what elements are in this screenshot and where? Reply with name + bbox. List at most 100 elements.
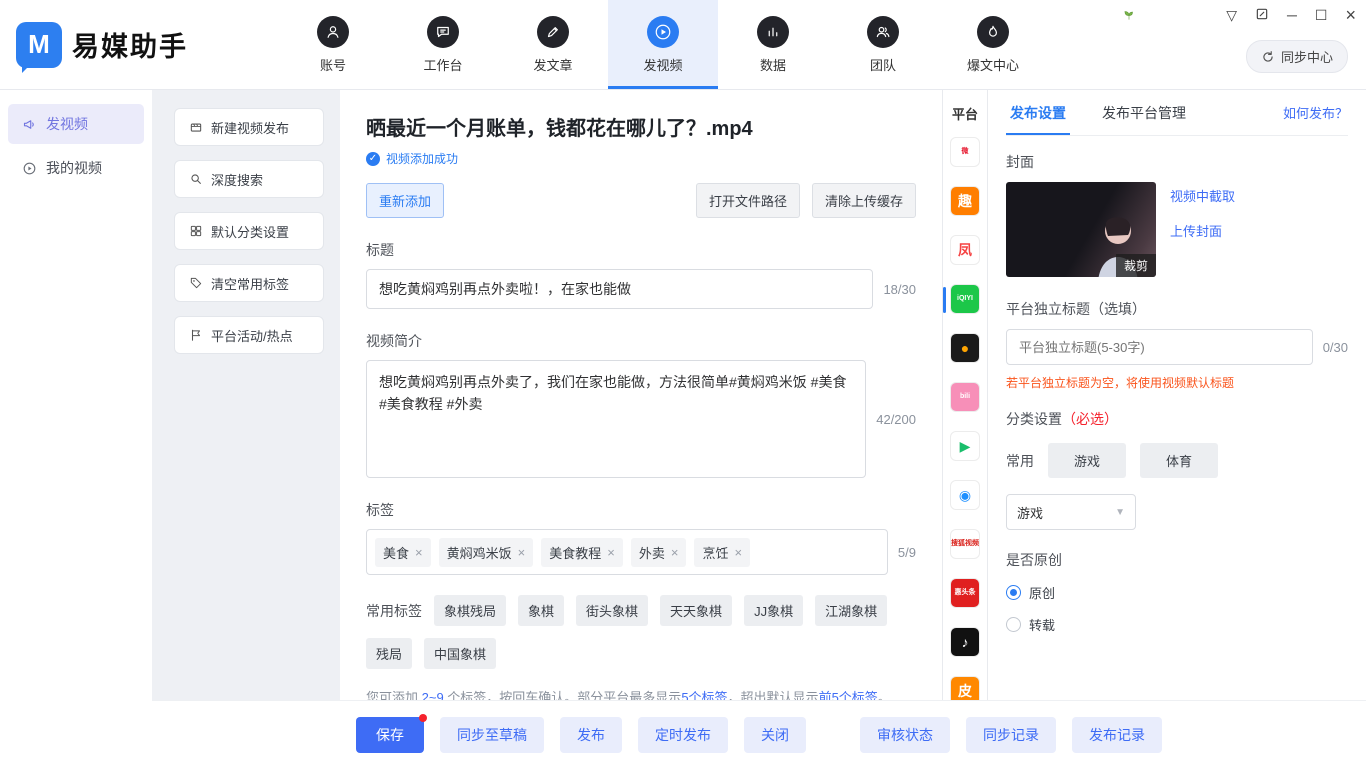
default-category-settings-button[interactable]: 默认分类设置 [174, 212, 324, 250]
nav-hot-center[interactable]: 爆文中心 [938, 0, 1048, 89]
common-tag-chip[interactable]: 江湖象棋 [815, 595, 887, 626]
category-select[interactable]: 游戏 ▼ [1006, 494, 1136, 530]
common-tag-chip[interactable]: 象棋 [518, 595, 564, 626]
platform-icon[interactable]: 搜狐视频 [950, 529, 980, 559]
platform-icon[interactable]: 皮 [950, 676, 980, 700]
close-editor-button[interactable]: 关闭 [744, 717, 806, 753]
deep-search-button[interactable]: 深度搜索 [174, 160, 324, 198]
readd-video-button[interactable]: 重新添加 [366, 183, 444, 218]
capture-from-video-link[interactable]: 视频中截取 [1170, 186, 1235, 205]
title-input[interactable] [366, 269, 873, 309]
remove-tag-icon[interactable]: × [734, 545, 742, 560]
nav-label: 发文章 [533, 55, 572, 74]
tag-chip[interactable]: 外卖 × [631, 538, 687, 567]
nav-label: 账号 [320, 55, 346, 74]
radio-original[interactable]: 原创 [1006, 583, 1348, 602]
category-settings-label: 分类设置（必选） [1006, 409, 1348, 429]
upload-cover-link[interactable]: 上传封面 [1170, 221, 1235, 240]
sync-center-button[interactable]: 同步中心 [1246, 40, 1348, 73]
common-tags-label: 常用标签 [366, 601, 422, 621]
sidebar-item-publish-video[interactable]: 发视频 [8, 104, 144, 144]
sync-to-draft-button[interactable]: 同步至草稿 [440, 717, 544, 753]
clear-upload-cache-button[interactable]: 清除上传缓存 [812, 183, 916, 218]
tags-input-box[interactable]: 美食× 黄焖鸡米饭 × 美食教程× 外卖 × 烹饪 × [366, 529, 888, 575]
how-to-publish-link[interactable]: 如何发布？ [1283, 103, 1348, 122]
timed-publish-button[interactable]: 定时发布 [638, 717, 728, 753]
maximize-button[interactable]: ☐ [1315, 8, 1328, 22]
tag-chip[interactable]: 美食× [375, 538, 431, 567]
tag-label: 烹饪 [702, 543, 728, 562]
platform-icon[interactable]: ◉ [950, 480, 980, 510]
tag-label: 黄焖鸡米饭 [447, 543, 512, 562]
sidebar-item-my-videos[interactable]: 我的视频 [8, 148, 144, 188]
platform-icon[interactable]: ♪ [950, 627, 980, 657]
category-button-sports[interactable]: 体育 [1140, 443, 1218, 478]
independent-title-count: 0/30 [1323, 340, 1348, 355]
save-button[interactable]: 保存 [356, 717, 424, 753]
nav-data[interactable]: 数据 [718, 0, 828, 89]
platform-icon[interactable]: 凤 [950, 235, 980, 265]
nav-publish-article[interactable]: 发文章 [498, 0, 608, 89]
new-video-publish-button[interactable]: 新建视频发布 [174, 108, 324, 146]
remove-tag-icon[interactable]: × [607, 545, 615, 560]
filter-icon[interactable]: ▽ [1226, 8, 1237, 22]
common-tag-chip[interactable]: 残局 [366, 638, 412, 669]
platform-icon[interactable]: ● [950, 333, 980, 363]
close-button[interactable]: × [1345, 6, 1356, 24]
edit-window-icon[interactable] [1255, 7, 1269, 23]
title-char-count: 18/30 [883, 282, 916, 297]
tab-publish-settings[interactable]: 发布设置 [1006, 90, 1070, 135]
common-tag-chip[interactable]: 街头象棋 [576, 595, 648, 626]
action-label: 清空常用标签 [211, 274, 289, 293]
category-button-game[interactable]: 游戏 [1048, 443, 1126, 478]
clear-common-tags-button[interactable]: 清空常用标签 [174, 264, 324, 302]
tag-chip[interactable]: 黄焖鸡米饭 × [439, 538, 534, 567]
tag-chip[interactable]: 美食教程× [541, 538, 623, 567]
open-file-path-button[interactable]: 打开文件路径 [696, 183, 800, 218]
data-chart-icon [757, 16, 789, 48]
common-tag-chip[interactable]: JJ象棋 [744, 595, 803, 626]
common-tag-chip[interactable]: 中国象棋 [424, 638, 496, 669]
cover-thumbnail[interactable]: 裁剪 [1006, 182, 1156, 277]
tag-chip[interactable]: 烹饪 × [694, 538, 750, 567]
tag-label: 外卖 [639, 543, 665, 562]
search-icon [189, 172, 203, 186]
radio-repost[interactable]: 转载 [1006, 615, 1348, 634]
remove-tag-icon[interactable]: × [671, 545, 679, 560]
nav-label: 数据 [760, 55, 786, 74]
remove-tag-icon[interactable]: × [415, 545, 423, 560]
radio-label: 原创 [1029, 583, 1055, 602]
category-select-value: 游戏 [1017, 503, 1043, 522]
nav-account[interactable]: 账号 [278, 0, 388, 89]
header: M 易媒助手 账号 工作台 发文章 [0, 0, 1366, 90]
workbench-icon [427, 16, 459, 48]
article-pencil-icon [537, 16, 569, 48]
nav-label: 发视频 [643, 55, 682, 74]
action-bar: 保存 同步至草稿 发布 定时发布 关闭 审核状态 同步记录 发布记录 [152, 700, 1366, 768]
common-tag-chip[interactable]: 天天象棋 [660, 595, 732, 626]
title-field-label: 标题 [366, 240, 916, 260]
tab-platform-manage[interactable]: 发布平台管理 [1098, 90, 1190, 135]
logo-icon: M [16, 22, 62, 68]
platform-icon[interactable]: 微 [950, 137, 980, 167]
nav-team[interactable]: 团队 [828, 0, 938, 89]
platform-icon[interactable]: bili [950, 382, 980, 412]
common-tag-chip[interactable]: 象棋残局 [434, 595, 506, 626]
platform-icon[interactable]: ▶ [950, 431, 980, 461]
platform-icon-selected[interactable]: iQIYI [950, 284, 980, 314]
independent-title-input[interactable] [1006, 329, 1313, 365]
sync-records-button[interactable]: 同步记录 [966, 717, 1056, 753]
platform-icon[interactable]: 惠头条 [950, 578, 980, 608]
minimize-button[interactable]: ─ [1287, 8, 1297, 22]
desc-textarea[interactable]: 想吃黄焖鸡别再点外卖了，我们在家也能做，方法很简单#黄焖鸡米饭 #美食 #美食教… [366, 360, 866, 478]
flag-icon [189, 328, 203, 342]
crop-button[interactable]: 裁剪 [1116, 254, 1156, 277]
nav-workbench[interactable]: 工作台 [388, 0, 498, 89]
publish-button[interactable]: 发布 [560, 717, 622, 753]
nav-publish-video[interactable]: 发视频 [608, 0, 718, 89]
publish-records-button[interactable]: 发布记录 [1072, 717, 1162, 753]
platform-icon[interactable]: 趣 [950, 186, 980, 216]
review-status-button[interactable]: 审核状态 [860, 717, 950, 753]
platform-activity-hot-button[interactable]: 平台活动/热点 [174, 316, 324, 354]
remove-tag-icon[interactable]: × [518, 545, 526, 560]
